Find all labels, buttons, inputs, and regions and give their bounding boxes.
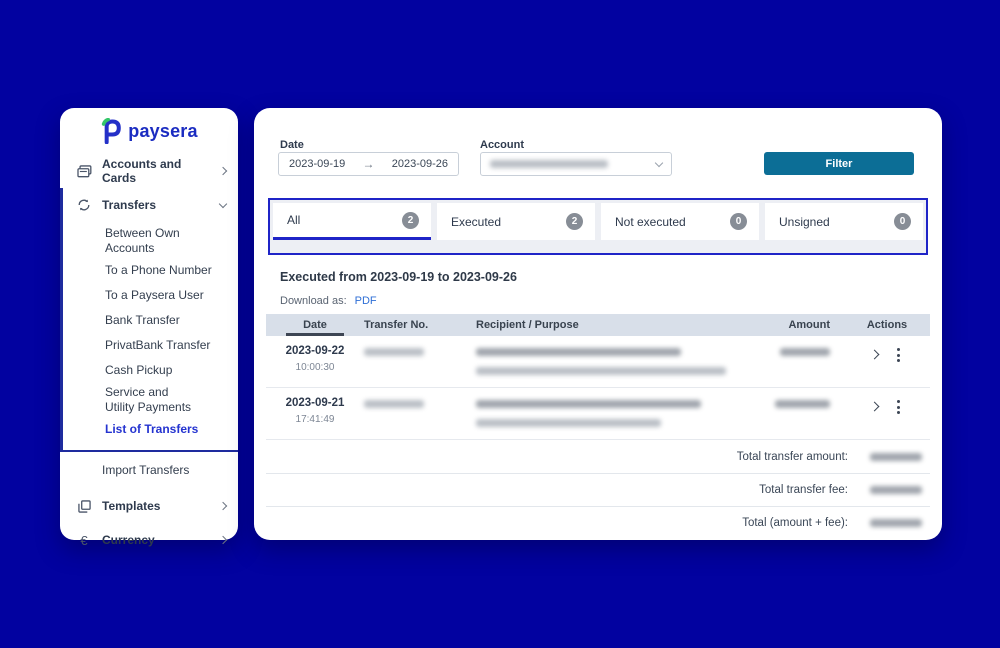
redacted-account-name bbox=[490, 160, 608, 168]
results-heading: Executed from 2023-09-19 to 2023-09-26 bbox=[280, 270, 517, 284]
arrow-right-icon: → bbox=[363, 157, 375, 171]
transfer-time: 10:00:30 bbox=[266, 362, 364, 373]
sidebar-item-transfers[interactable]: Transfers bbox=[63, 188, 238, 222]
redacted-total-sum bbox=[870, 519, 922, 527]
chevron-down-icon bbox=[219, 199, 227, 207]
redacted-total-fee bbox=[870, 486, 922, 494]
pdf-download-link[interactable]: PDF bbox=[355, 295, 377, 307]
total-label: Total transfer amount: bbox=[737, 451, 848, 463]
transfers-sync-icon bbox=[76, 198, 92, 212]
row-open-chevron-icon[interactable] bbox=[870, 350, 880, 360]
sidebar-item-currency[interactable]: € Currency bbox=[60, 523, 238, 557]
redacted-purpose bbox=[476, 419, 661, 427]
date-field-label: Date bbox=[280, 139, 304, 151]
submenu-item-cash-pickup[interactable]: Cash Pickup bbox=[63, 358, 238, 383]
transfer-date: 2023-09-21 bbox=[266, 397, 364, 409]
submenu-item-list-of-transfers[interactable]: List of Transfers bbox=[63, 417, 238, 442]
paysera-logo-icon bbox=[100, 118, 122, 144]
transfer-time: 17:41:49 bbox=[266, 414, 364, 425]
sidebar: paysera Accounts and Cards Transfers bbox=[60, 108, 238, 540]
count-badge: 2 bbox=[402, 212, 419, 229]
sidebar-item-label: Transfers bbox=[102, 198, 210, 212]
count-badge: 2 bbox=[566, 213, 583, 230]
templates-copy-icon bbox=[76, 500, 92, 513]
download-label: Download as: bbox=[280, 295, 347, 307]
transfer-date: 2023-09-22 bbox=[266, 345, 364, 357]
total-label: Total (amount + fee): bbox=[742, 517, 848, 529]
redacted-amount bbox=[780, 348, 830, 356]
column-header-amount[interactable]: Amount bbox=[726, 319, 844, 331]
redacted-amount bbox=[775, 400, 830, 408]
filter-button[interactable]: Filter bbox=[764, 152, 914, 175]
redacted-transfer-no bbox=[364, 348, 424, 356]
count-badge: 0 bbox=[730, 213, 747, 230]
transfers-panel: Date 2023-09-19 → 2023-09-26 Account Fil… bbox=[254, 108, 942, 540]
chevron-right-icon bbox=[219, 167, 227, 175]
filters-bar: Date 2023-09-19 → 2023-09-26 Account Fil… bbox=[254, 108, 942, 190]
redacted-recipient bbox=[476, 400, 701, 408]
redacted-recipient bbox=[476, 348, 681, 356]
transfers-section: Transfers Between Own Accounts To a Phon… bbox=[60, 188, 238, 452]
transfers-submenu: Between Own Accounts To a Phone Number T… bbox=[63, 222, 238, 450]
date-from-value[interactable]: 2023-09-19 bbox=[289, 158, 345, 170]
chevron-down-icon bbox=[655, 158, 663, 166]
column-header-recipient[interactable]: Recipient / Purpose bbox=[476, 319, 726, 331]
download-row: Download as: PDF bbox=[280, 295, 377, 307]
submenu-item-to-a-phone-number[interactable]: To a Phone Number bbox=[63, 258, 238, 283]
chevron-right-icon bbox=[219, 502, 227, 510]
tab-executed[interactable]: Executed 2 bbox=[437, 203, 595, 240]
submenu-item-import-transfers[interactable]: Import Transfers bbox=[60, 458, 238, 483]
count-badge: 0 bbox=[894, 213, 911, 230]
transfers-table: Date Transfer No. Recipient / Purpose Am… bbox=[266, 314, 930, 539]
account-select[interactable] bbox=[480, 152, 672, 176]
sidebar-item-label: Accounts and Cards bbox=[102, 157, 210, 185]
table-row[interactable]: 2023-09-22 10:00:30 bbox=[266, 336, 930, 388]
chevron-right-icon bbox=[219, 536, 227, 544]
row-menu-kebab-icon[interactable] bbox=[894, 347, 903, 363]
cards-icon bbox=[76, 165, 92, 178]
column-header-date[interactable]: Date bbox=[266, 314, 364, 336]
submenu-item-privatbank-transfer[interactable]: PrivatBank Transfer bbox=[63, 333, 238, 358]
paysera-logo[interactable]: paysera bbox=[60, 108, 238, 154]
total-label: Total transfer fee: bbox=[759, 484, 848, 496]
sidebar-item-label: Templates bbox=[102, 499, 210, 513]
sidebar-item-accounts-and-cards[interactable]: Accounts and Cards bbox=[60, 154, 238, 188]
tab-not-executed[interactable]: Not executed 0 bbox=[601, 203, 759, 240]
tab-label: Unsigned bbox=[779, 215, 830, 229]
redacted-purpose bbox=[476, 367, 726, 375]
row-open-chevron-icon[interactable] bbox=[870, 402, 880, 412]
date-to-value[interactable]: 2023-09-26 bbox=[392, 158, 448, 170]
total-transfer-amount-row: Total transfer amount: bbox=[266, 440, 930, 473]
tab-unsigned[interactable]: Unsigned 0 bbox=[765, 203, 923, 240]
redacted-total-amount bbox=[870, 453, 922, 461]
tab-label: Not executed bbox=[615, 215, 686, 229]
column-header-transfer-no[interactable]: Transfer No. bbox=[364, 319, 476, 331]
submenu-item-between-own-accounts[interactable]: Between Own Accounts bbox=[63, 224, 238, 258]
submenu-item-to-a-paysera-user[interactable]: To a Paysera User bbox=[63, 283, 238, 308]
column-header-actions: Actions bbox=[844, 319, 930, 331]
sidebar-item-label: Currency bbox=[102, 533, 210, 547]
sidebar-item-templates[interactable]: Templates bbox=[60, 489, 238, 523]
euro-icon: € bbox=[76, 533, 92, 548]
account-field-label: Account bbox=[480, 139, 524, 151]
tab-label: All bbox=[287, 213, 300, 227]
redacted-transfer-no bbox=[364, 400, 424, 408]
row-menu-kebab-icon[interactable] bbox=[894, 399, 903, 415]
tab-label: Executed bbox=[451, 215, 501, 229]
submenu-item-bank-transfer[interactable]: Bank Transfer bbox=[63, 308, 238, 333]
status-tabs: All 2 Executed 2 Not executed 0 Unsigned… bbox=[268, 198, 928, 255]
table-row[interactable]: 2023-09-21 17:41:49 bbox=[266, 388, 930, 440]
total-transfer-fee-row: Total transfer fee: bbox=[266, 473, 930, 506]
submenu-item-service-and-utility-payments[interactable]: Service and Utility Payments bbox=[63, 383, 213, 417]
table-header-row: Date Transfer No. Recipient / Purpose Am… bbox=[266, 314, 930, 336]
brand-name: paysera bbox=[128, 121, 197, 142]
date-range-input[interactable]: 2023-09-19 → 2023-09-26 bbox=[278, 152, 459, 176]
tab-all[interactable]: All 2 bbox=[273, 203, 431, 240]
total-amount-plus-fee-row: Total (amount + fee): bbox=[266, 506, 930, 539]
